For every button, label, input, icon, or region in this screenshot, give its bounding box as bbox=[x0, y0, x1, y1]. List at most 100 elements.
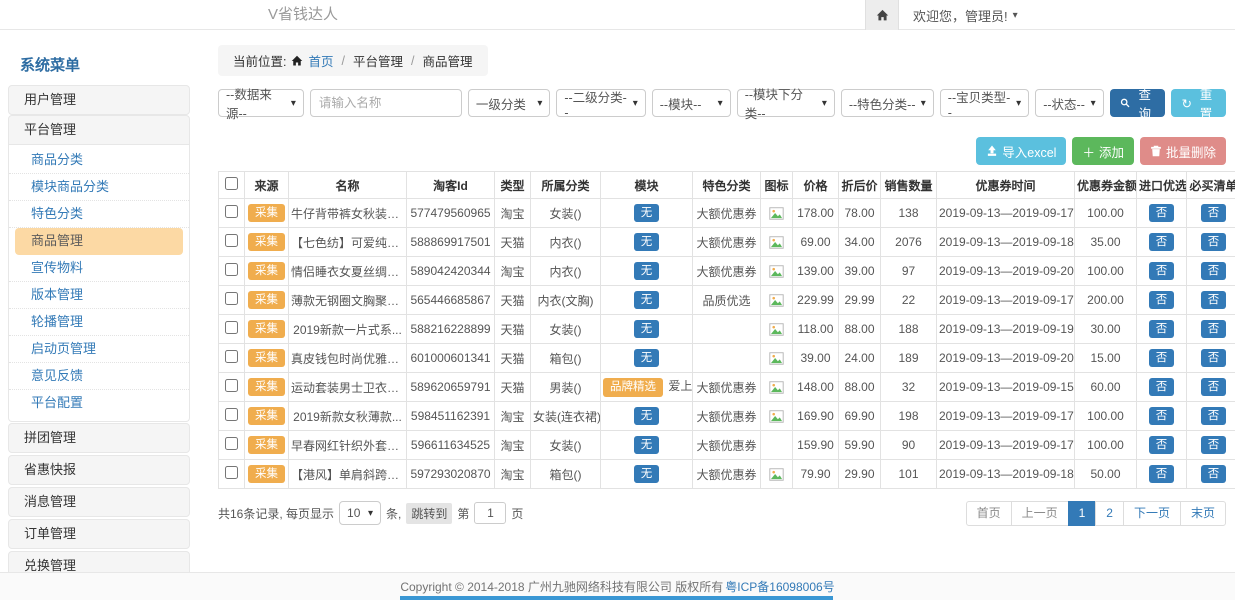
pager-next[interactable]: 下一页 bbox=[1123, 501, 1181, 526]
taoke-id: 597293020870 bbox=[407, 460, 495, 489]
query-button[interactable]: 查询 bbox=[1110, 89, 1166, 117]
reset-button[interactable]: ↻ 重置 bbox=[1171, 89, 1226, 117]
must-buy-toggle[interactable]: 否 bbox=[1201, 407, 1227, 426]
sidebar-group[interactable]: 省惠快报 bbox=[8, 455, 190, 485]
row-checkbox[interactable] bbox=[225, 321, 238, 334]
price: 169.90 bbox=[793, 402, 839, 431]
row-checkbox[interactable] bbox=[225, 205, 238, 218]
sidebar-group[interactable]: 兑换管理 bbox=[8, 551, 190, 572]
sidebar-submenu-item[interactable]: 特色分类 bbox=[9, 201, 189, 228]
row-checkbox[interactable] bbox=[225, 350, 238, 363]
must-buy-toggle[interactable]: 否 bbox=[1201, 436, 1227, 455]
sidebar-group[interactable]: 消息管理 bbox=[8, 487, 190, 517]
category2-select[interactable]: --二级分类--▾ bbox=[556, 89, 645, 117]
pager-last[interactable]: 末页 bbox=[1180, 501, 1226, 526]
imported-toggle[interactable]: 否 bbox=[1149, 320, 1175, 339]
user-menu[interactable]: 欢迎您，管理员! ▾ bbox=[899, 0, 1018, 30]
row-checkbox[interactable] bbox=[225, 408, 238, 421]
coupon-time: 2019-09-13—2019-09-17 bbox=[937, 402, 1075, 431]
product-type: 淘宝 bbox=[495, 199, 531, 228]
chevron-down-icon: ▾ bbox=[537, 98, 542, 109]
row-checkbox[interactable] bbox=[225, 263, 238, 276]
breadcrumb-home-link[interactable]: 首页 bbox=[308, 51, 333, 70]
module-none-badge[interactable]: 无 bbox=[634, 262, 660, 281]
pager-prev[interactable]: 上一页 bbox=[1011, 501, 1069, 526]
module-select[interactable]: --模块--▾ bbox=[652, 89, 731, 117]
name-search-input[interactable] bbox=[310, 89, 462, 117]
module-none-badge[interactable]: 无 bbox=[634, 465, 660, 484]
sidebar-group-platform[interactable]: 平台管理 bbox=[8, 115, 190, 145]
module-none-badge[interactable]: 无 bbox=[634, 436, 660, 455]
sidebar-submenu-item[interactable]: 轮播管理 bbox=[9, 309, 189, 336]
row-checkbox[interactable] bbox=[225, 437, 238, 450]
feature-category: 大额优惠券 bbox=[693, 402, 761, 431]
module-none-badge[interactable]: 无 bbox=[634, 407, 660, 426]
thumbnail-image-icon bbox=[769, 206, 784, 220]
module-sub-select[interactable]: --模块下分类--▾ bbox=[737, 89, 835, 117]
imported-toggle[interactable]: 否 bbox=[1149, 465, 1175, 484]
add-button[interactable]: ＋ 添加 bbox=[1072, 137, 1134, 165]
pager-page-2[interactable]: 2 bbox=[1095, 501, 1124, 526]
imported-toggle[interactable]: 否 bbox=[1149, 204, 1175, 223]
jump-button[interactable]: 跳转到 bbox=[406, 503, 452, 524]
module-none-badge[interactable]: 无 bbox=[634, 233, 660, 252]
sidebar-group-user[interactable]: 用户管理 bbox=[8, 85, 190, 115]
must-buy-toggle[interactable]: 否 bbox=[1201, 349, 1227, 368]
row-checkbox[interactable] bbox=[225, 292, 238, 305]
sidebar-submenu-item[interactable]: 商品管理 bbox=[15, 228, 183, 255]
module-none-badge[interactable]: 无 bbox=[634, 291, 660, 310]
sidebar-submenu-item[interactable]: 商品分类 bbox=[9, 147, 189, 174]
module-none-badge[interactable]: 无 bbox=[634, 204, 660, 223]
sidebar-group[interactable]: 拼团管理 bbox=[8, 423, 190, 453]
per-page-select[interactable]: 10▾ bbox=[339, 501, 381, 525]
sidebar-group[interactable]: 订单管理 bbox=[8, 519, 190, 549]
must-buy-toggle[interactable]: 否 bbox=[1201, 291, 1227, 310]
batch-delete-button[interactable]: 批量删除 bbox=[1140, 137, 1226, 165]
sales-count: 2076 bbox=[881, 228, 937, 257]
select-all-checkbox[interactable] bbox=[225, 177, 238, 190]
must-buy-toggle[interactable]: 否 bbox=[1201, 320, 1227, 339]
icp-link[interactable]: 粤ICP备16098006号 bbox=[725, 578, 834, 595]
import-excel-button[interactable]: 导入excel bbox=[976, 137, 1066, 165]
price: 79.90 bbox=[793, 460, 839, 489]
item-type-select[interactable]: --宝贝类型--▾ bbox=[940, 89, 1029, 117]
filter-bar: --数据来源--▾ 一级分类▾ --二级分类--▾ --模块--▾ --模块下分… bbox=[218, 89, 1226, 117]
module-none-badge[interactable]: 无 bbox=[634, 349, 660, 368]
sidebar-submenu-item[interactable]: 启动页管理 bbox=[9, 336, 189, 363]
imported-toggle[interactable]: 否 bbox=[1149, 291, 1175, 310]
must-buy-toggle[interactable]: 否 bbox=[1201, 204, 1227, 223]
imported-toggle[interactable]: 否 bbox=[1149, 378, 1175, 397]
status-select[interactable]: --状态--▾ bbox=[1035, 89, 1103, 117]
row-checkbox[interactable] bbox=[225, 379, 238, 392]
page-number-input[interactable] bbox=[474, 502, 506, 524]
must-buy-toggle[interactable]: 否 bbox=[1201, 378, 1227, 397]
taoke-id: 589042420344 bbox=[407, 257, 495, 286]
category1-select[interactable]: 一级分类▾ bbox=[468, 89, 550, 117]
source-badge: 采集 bbox=[248, 262, 285, 281]
welcome-text: 欢迎您，管理员! bbox=[913, 6, 1008, 25]
row-checkbox[interactable] bbox=[225, 466, 238, 479]
feature-select[interactable]: --特色分类--▾ bbox=[841, 89, 934, 117]
must-buy-toggle[interactable]: 否 bbox=[1201, 465, 1227, 484]
module-none-badge[interactable]: 无 bbox=[634, 320, 660, 339]
must-buy-toggle[interactable]: 否 bbox=[1201, 233, 1227, 252]
sidebar-submenu-item[interactable]: 宣传物料 bbox=[9, 255, 189, 282]
sidebar-submenu-item[interactable]: 平台配置 bbox=[9, 390, 189, 417]
chevron-down-icon: ▾ bbox=[1091, 98, 1096, 109]
must-buy-toggle[interactable]: 否 bbox=[1201, 262, 1227, 281]
row-checkbox[interactable] bbox=[225, 234, 238, 247]
imported-toggle[interactable]: 否 bbox=[1149, 233, 1175, 252]
sidebar-submenu-item[interactable]: 模块商品分类 bbox=[9, 174, 189, 201]
sidebar-submenu-item[interactable]: 版本管理 bbox=[9, 282, 189, 309]
imported-toggle[interactable]: 否 bbox=[1149, 349, 1175, 368]
imported-toggle[interactable]: 否 bbox=[1149, 262, 1175, 281]
pager-first[interactable]: 首页 bbox=[966, 501, 1012, 526]
sidebar-submenu-item[interactable]: 意见反馈 bbox=[9, 363, 189, 390]
price: 178.00 bbox=[793, 199, 839, 228]
imported-toggle[interactable]: 否 bbox=[1149, 407, 1175, 426]
taoke-id: 588216228899 bbox=[407, 315, 495, 344]
data-source-select[interactable]: --数据来源--▾ bbox=[218, 89, 304, 117]
imported-toggle[interactable]: 否 bbox=[1149, 436, 1175, 455]
home-button[interactable] bbox=[865, 0, 899, 30]
pager-page-1[interactable]: 1 bbox=[1068, 501, 1097, 526]
